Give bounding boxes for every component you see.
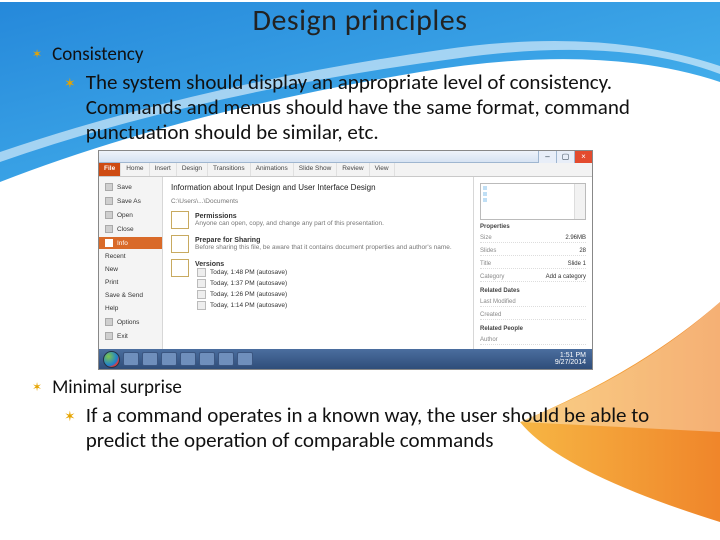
bullet-consistency-text: The system should display an appropriate… xyxy=(86,70,692,144)
version-item[interactable]: Today, 1:14 PM (autosave) xyxy=(197,301,287,310)
bullet-minimal-surprise-label: Minimal surprise xyxy=(52,376,182,399)
tab-slideshow[interactable]: Slide Show xyxy=(294,163,338,176)
bullet-minimal-surprise-text: If a command operates in a known way, th… xyxy=(86,403,692,453)
tab-file[interactable]: File xyxy=(99,163,121,176)
version-icon xyxy=(197,268,206,277)
bullet-consistency-label: Consistency xyxy=(52,43,143,66)
version-item[interactable]: Today, 1:48 PM (autosave) xyxy=(197,268,287,277)
open-icon xyxy=(105,211,113,219)
window-close-button[interactable]: × xyxy=(574,151,592,163)
backstage-main: Information about Input Design and User … xyxy=(163,177,474,351)
tab-home[interactable]: Home xyxy=(121,163,149,176)
window-minimize-button[interactable]: – xyxy=(538,151,556,163)
bullet-minimal-surprise-desc: ✶ If a command operates in a known way, … xyxy=(64,403,692,453)
properties-heading: Properties xyxy=(480,224,586,230)
close-icon xyxy=(105,225,113,233)
version-item[interactable]: Today, 1:37 PM (autosave) xyxy=(197,279,287,288)
taskbar-item[interactable] xyxy=(161,352,177,366)
prepare-desc: Before sharing this file, be aware that … xyxy=(195,244,452,251)
saveas-icon xyxy=(105,197,113,205)
windows-taskbar: 1:51 PM 9/27/2014 xyxy=(99,349,592,369)
prop-modified-label: Last Modified xyxy=(480,299,516,305)
slide-title: Design principles xyxy=(28,2,692,39)
embedded-screenshot: – ▢ × File Home Insert Design Transition… xyxy=(98,150,593,370)
prepare-title: Prepare for Sharing xyxy=(195,237,452,244)
slide-preview xyxy=(480,183,586,220)
prop-author-label: Author xyxy=(480,337,498,343)
save-icon xyxy=(105,183,113,191)
prop-slides-label: Slides xyxy=(480,248,496,254)
bullet-minimal-surprise: ✶ Minimal surprise xyxy=(32,376,692,399)
bullet-star-icon: ✶ xyxy=(64,409,76,426)
taskbar-item[interactable] xyxy=(237,352,253,366)
tab-view[interactable]: View xyxy=(370,163,395,176)
related-people-heading: Related People xyxy=(480,326,586,332)
versions-title: Versions xyxy=(195,261,287,268)
version-icon xyxy=(197,290,206,299)
nav-options[interactable]: Options xyxy=(99,316,162,328)
prop-created-label: Created xyxy=(480,312,501,318)
nav-open[interactable]: Open xyxy=(99,209,162,221)
permissions-title: Permissions xyxy=(195,213,384,220)
taskbar-item[interactable] xyxy=(123,352,139,366)
nav-help[interactable]: Help xyxy=(99,303,162,314)
prop-size-label: Size xyxy=(480,235,492,241)
bullet-consistency-desc: ✶ The system should display an appropria… xyxy=(64,70,692,144)
nav-save[interactable]: Save xyxy=(99,181,162,193)
tab-animations[interactable]: Animations xyxy=(251,163,294,176)
taskbar-item[interactable] xyxy=(218,352,234,366)
check-issues-button[interactable] xyxy=(171,235,189,253)
taskbar-item[interactable] xyxy=(199,352,215,366)
taskbar-item[interactable] xyxy=(180,352,196,366)
nav-recent[interactable]: Recent xyxy=(99,251,162,262)
prop-category-label: Category xyxy=(480,274,504,280)
nav-info[interactable]: Info xyxy=(99,237,162,249)
manage-versions-button[interactable] xyxy=(171,259,189,277)
info-path: C:\Users\...\Documents xyxy=(171,198,465,205)
backstage-properties: Properties Size 2.96MB Slides 28 Title Slid… xyxy=(474,177,592,351)
start-button[interactable] xyxy=(103,351,120,368)
nav-share[interactable]: Save & Send xyxy=(99,290,162,301)
nav-exit[interactable]: Exit xyxy=(99,330,162,342)
backstage-nav: Save Save As Open Close Info Recent New … xyxy=(99,177,163,351)
taskbar-item[interactable] xyxy=(142,352,158,366)
exit-icon xyxy=(105,332,113,340)
prop-category-value[interactable]: Add a category xyxy=(546,274,586,280)
taskbar-clock[interactable]: 1:51 PM 9/27/2014 xyxy=(555,352,588,366)
bullet-star-icon: ✶ xyxy=(32,380,42,395)
prop-title-value: Slide 1 xyxy=(568,261,586,267)
nav-close[interactable]: Close xyxy=(99,223,162,235)
version-icon xyxy=(197,279,206,288)
tab-insert[interactable]: Insert xyxy=(150,163,177,176)
prop-slides-value: 28 xyxy=(579,248,586,254)
nav-print[interactable]: Print xyxy=(99,277,162,288)
version-item[interactable]: Today, 1:26 PM (autosave) xyxy=(197,290,287,299)
tab-design[interactable]: Design xyxy=(177,163,208,176)
window-maximize-button[interactable]: ▢ xyxy=(556,151,574,163)
permissions-desc: Anyone can open, copy, and change any pa… xyxy=(195,220,384,227)
bullet-star-icon: ✶ xyxy=(32,47,42,62)
version-icon xyxy=(197,301,206,310)
tab-review[interactable]: Review xyxy=(337,163,369,176)
prop-size-value: 2.96MB xyxy=(565,235,586,241)
protect-presentation-button[interactable] xyxy=(171,211,189,229)
nav-new[interactable]: New xyxy=(99,264,162,275)
tab-transitions[interactable]: Transitions xyxy=(208,163,251,176)
prop-title-label: Title xyxy=(480,261,491,267)
related-dates-heading: Related Dates xyxy=(480,288,586,294)
options-icon xyxy=(105,318,113,326)
ribbon-tabs: File Home Insert Design Transitions Anim… xyxy=(99,163,592,177)
window-titlebar: – ▢ × xyxy=(99,151,592,163)
nav-save-as[interactable]: Save As xyxy=(99,195,162,207)
bullet-star-icon: ✶ xyxy=(64,76,76,93)
info-icon xyxy=(105,239,113,247)
bullet-consistency: ✶ Consistency xyxy=(32,43,692,66)
info-heading: Information about Input Design and User … xyxy=(171,183,465,192)
